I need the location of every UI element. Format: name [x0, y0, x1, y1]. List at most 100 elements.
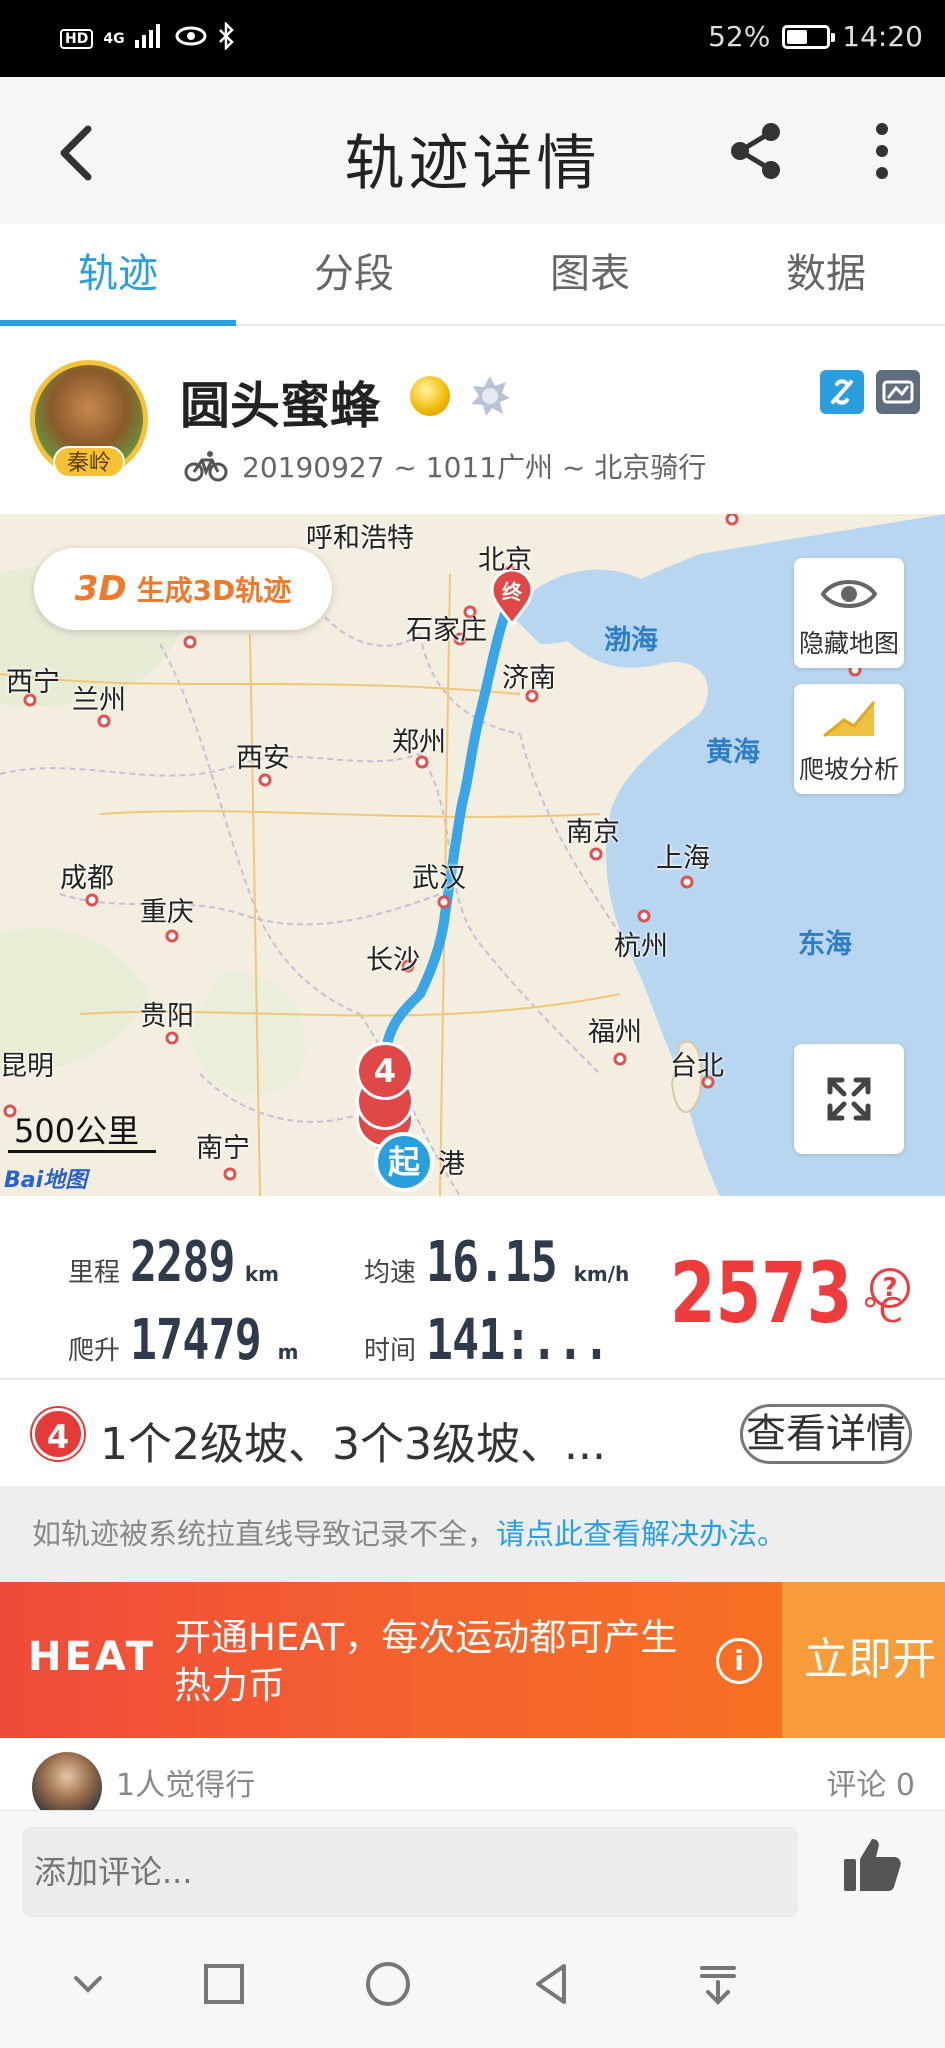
view-details-button[interactable]: 查看详情 [740, 1404, 912, 1464]
profile-header: 秦岭 圆头蜜蜂 20190927 ~ 1011广州 ~ 北京骑行 [0, 328, 945, 514]
map-city: 西宁 [6, 667, 60, 698]
status-right: 52% 14:20 [708, 20, 923, 53]
3d-icon: 3D [74, 569, 127, 609]
battery-fill [787, 29, 808, 44]
square-icon [204, 1964, 244, 2004]
status-left: HD 4G [60, 20, 235, 55]
tab-bar: 轨迹 分段 图表 数据 [0, 224, 945, 326]
generate-3d-label: 生成3D轨迹 [136, 574, 292, 607]
stat-climb-value: 17479 [130, 1308, 262, 1373]
trip-info: 20190927 ~ 1011广州 ~ 北京骑行 [184, 446, 706, 486]
end-marker-label: 终 [502, 580, 522, 604]
tab-charts[interactable]: 图表 [472, 224, 708, 324]
nav-notifications-button[interactable] [690, 1956, 746, 2012]
share-button[interactable] [726, 121, 786, 181]
heat-text: 开通HEAT，每次运动都可产生热力币 [174, 1616, 678, 1707]
map-sea: 黄海 [706, 737, 760, 768]
chevron-down-icon [74, 1976, 102, 1993]
map-provider-logo: Bai地图 [4, 1168, 88, 1193]
fullscreen-button[interactable] [794, 1044, 904, 1154]
heat-open-button[interactable]: 立即开 [782, 1582, 945, 1738]
temperature-value: 2573 [670, 1244, 853, 1342]
pull-down-icon [700, 1966, 736, 2005]
map-city: 成都 [60, 863, 114, 894]
nav-home-button[interactable] [360, 1956, 416, 2012]
nav-back-button[interactable] [524, 1956, 580, 2012]
comment-count[interactable]: 评论 0 [826, 1760, 915, 1804]
climbs-summary: 4 1个2级坡、3个3级坡、... 查看详情 [0, 1382, 945, 1486]
bicycle-icon [184, 451, 228, 482]
climb-summary-text: 1个2级坡、3个3级坡、... [100, 1419, 606, 1470]
map-sea: 渤海 [604, 625, 658, 656]
notice-link[interactable]: 请点此查看解决办法。 [496, 1517, 786, 1551]
circle-icon [366, 1962, 410, 2006]
stat-distance-value: 2289 [130, 1230, 235, 1295]
map-city: 济南 [502, 663, 556, 694]
map-city: 台北 [670, 1051, 724, 1082]
tab-track[interactable]: 轨迹 [0, 224, 236, 326]
climb-analysis-label: 爬坡分析 [798, 755, 899, 784]
likes-row: 1人觉得行 评论 0 [0, 1738, 945, 1822]
stat-avg-speed-value: 16.15 [426, 1230, 558, 1295]
page-title: 轨迹详情 [344, 129, 601, 199]
signal-icon [134, 24, 165, 53]
hide-map-button[interactable]: 隐藏地图 [794, 558, 904, 668]
avatar-badge: 秦岭 [53, 446, 125, 478]
climb-count-badge: 4 [32, 1408, 84, 1460]
expand-icon [827, 1077, 871, 1121]
comment-input[interactable] [22, 1827, 798, 1917]
map-city: 上海 [656, 843, 710, 874]
map-city: 福州 [588, 1017, 642, 1048]
system-nav-bar [0, 1920, 945, 2048]
likes-text[interactable]: 1人觉得行 [116, 1760, 255, 1804]
tab-data[interactable]: 数据 [708, 224, 944, 324]
hide-map-label: 隐藏地图 [798, 629, 899, 658]
map-city: 呼和浩特 [306, 523, 414, 554]
map-sea: 东海 [798, 929, 852, 960]
gold-medal-icon[interactable] [410, 376, 450, 416]
stat-climb-unit: m [277, 1340, 299, 1364]
bluetooth-icon [217, 20, 235, 55]
start-marker-label: 起 [387, 1143, 420, 1181]
map-city: 西安 [236, 743, 290, 774]
stat-distance-unit: km [244, 1262, 280, 1286]
info-icon[interactable]: i [716, 1638, 762, 1684]
temperature: 2573 °C [670, 1244, 903, 1342]
heat-logo: HEAT [28, 1634, 156, 1680]
stat-climb: 爬升 17479 m [68, 1308, 298, 1373]
triangle-left-icon [536, 1964, 566, 2004]
username[interactable]: 圆头蜜蜂 [180, 366, 380, 438]
stat-distance: 里程 2289 km [68, 1230, 279, 1295]
map-city: 郑州 [392, 727, 446, 758]
map-city: 长沙 [366, 945, 420, 976]
map-city: 石家庄 [406, 615, 487, 646]
tab-segments[interactable]: 分段 [236, 224, 472, 324]
map-city: 贵阳 [140, 1001, 194, 1032]
like-button[interactable] [840, 1833, 904, 1897]
track-map[interactable]: 呼和浩特 北京 石家庄 济南 西宁 兰州 银川 西安 郑州 南京 上海 成都 重… [0, 514, 945, 1196]
bind-icon[interactable] [820, 370, 864, 414]
start-marker[interactable]: 起 [374, 1132, 434, 1192]
map-city: 昆明 [0, 1051, 54, 1082]
eye-icon [820, 580, 878, 608]
temperature-help-icon[interactable]: ? [870, 1268, 910, 1308]
nav-recents-button[interactable] [196, 1956, 252, 2012]
route-book-icon[interactable] [876, 370, 920, 414]
map-city: 武汉 [412, 863, 466, 894]
stat-avg-speed-label: 均速 [364, 1258, 417, 1288]
hd-indicator: HD [60, 28, 94, 49]
heat-banner[interactable]: HEAT 开通HEAT，每次运动都可产生热力币 i 立即开 [0, 1582, 945, 1738]
climb-analysis-button[interactable]: 爬坡分析 [794, 684, 904, 794]
eye-icon [175, 25, 207, 52]
more-button[interactable] [862, 121, 902, 181]
badge-icon[interactable] [468, 374, 512, 418]
map-city: 南宁 [196, 1133, 250, 1164]
title-bar: 轨迹详情 [0, 77, 945, 224]
stat-avg-speed-unit: km/h [573, 1262, 630, 1286]
notice-text: 如轨迹被系统拉直线导致记录不全， [32, 1517, 497, 1551]
map-city: 重庆 [140, 897, 194, 928]
map-scale-label: 500公里 [14, 1112, 140, 1150]
generate-3d-track-button[interactable]: 3D 生成3D轨迹 [34, 548, 332, 630]
end-marker[interactable]: 终 [490, 568, 534, 627]
nav-hide-button[interactable] [60, 1956, 116, 2012]
